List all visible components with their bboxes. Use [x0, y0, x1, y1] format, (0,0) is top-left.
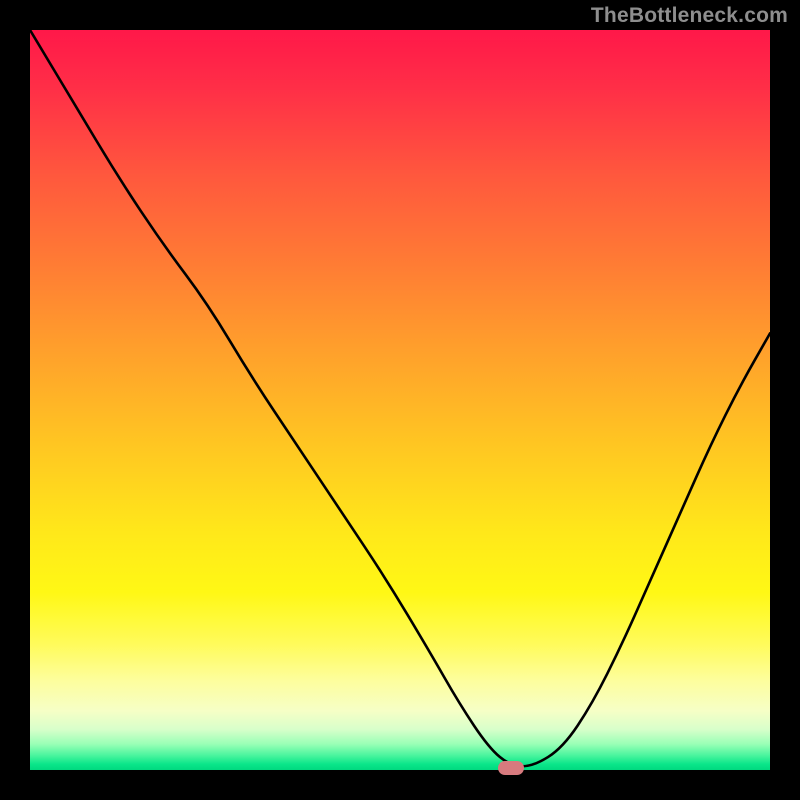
plot-area — [30, 30, 770, 770]
chart-container: TheBottleneck.com — [0, 0, 800, 800]
bottleneck-curve — [30, 30, 770, 770]
optimum-marker — [498, 761, 524, 775]
watermark-text: TheBottleneck.com — [591, 4, 788, 28]
curve-path — [30, 30, 770, 766]
